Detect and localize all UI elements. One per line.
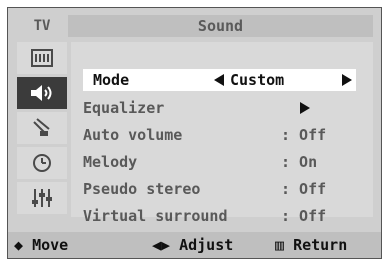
equalizer-icon[interactable] (17, 182, 67, 214)
osd-footer: ◆ Move ◀▶ Adjust ▥ Return (8, 232, 381, 258)
page-title: Sound (68, 15, 373, 37)
footer-adjust-label: Adjust (179, 236, 234, 254)
menu-label-mode: Mode (93, 71, 130, 89)
antenna-icon[interactable] (17, 112, 67, 144)
right-arrow-icon[interactable] (297, 97, 313, 119)
menu-label-pseudo-stereo: Pseudo stereo (83, 180, 201, 198)
osd-header: TV Sound (8, 8, 381, 44)
speaker-icon[interactable] (17, 77, 67, 109)
menu-value-virtual-surround: : Off (281, 207, 327, 225)
menu-value-mode: Custom (230, 71, 285, 89)
sound-menu: Mode Custom Equalizer Auto volume: Off … (71, 42, 373, 225)
up-down-arrow-icon: ◆ (14, 236, 24, 254)
menu-row-virtual-surround[interactable]: Virtual surround : Off (71, 205, 373, 227)
tv-label: TV (17, 15, 67, 37)
left-right-arrow-icon: ◀▶ (152, 236, 171, 254)
left-arrow-icon[interactable] (211, 69, 227, 91)
footer-return: ▥ Return (275, 232, 347, 258)
menu-row-melody[interactable]: Melody : On (71, 151, 373, 173)
menu-row-auto-volume[interactable]: Auto volume : Off (71, 124, 373, 146)
footer-adjust: ◀▶ Adjust (152, 232, 233, 258)
tv-osd-window: TV Sound Mode Custom Equalizer Auto volu… (7, 7, 382, 259)
footer-move: ◆ Move (14, 232, 68, 258)
menu-label-melody: Melody (83, 153, 138, 171)
menu-label-equalizer: Equalizer (83, 99, 165, 117)
menu-value-auto-volume: : Off (281, 126, 327, 144)
footer-move-label: Move (32, 236, 69, 254)
clock-icon[interactable] (17, 147, 67, 179)
menu-value-pseudo-stereo: : Off (281, 180, 327, 198)
menu-icon: ▥ (275, 236, 285, 254)
menu-row-pseudo-stereo[interactable]: Pseudo stereo : Off (71, 178, 373, 200)
menu-label-auto-volume: Auto volume (83, 126, 183, 144)
right-arrow-icon[interactable] (339, 69, 355, 91)
picture-icon[interactable] (17, 42, 67, 74)
footer-return-label: Return (293, 236, 348, 254)
menu-label-virtual-surround: Virtual surround (83, 207, 228, 225)
menu-row-equalizer[interactable]: Equalizer (71, 97, 373, 119)
menu-row-mode[interactable]: Mode Custom (83, 69, 356, 91)
sidebar (17, 42, 67, 217)
menu-value-melody: : On (281, 153, 318, 171)
